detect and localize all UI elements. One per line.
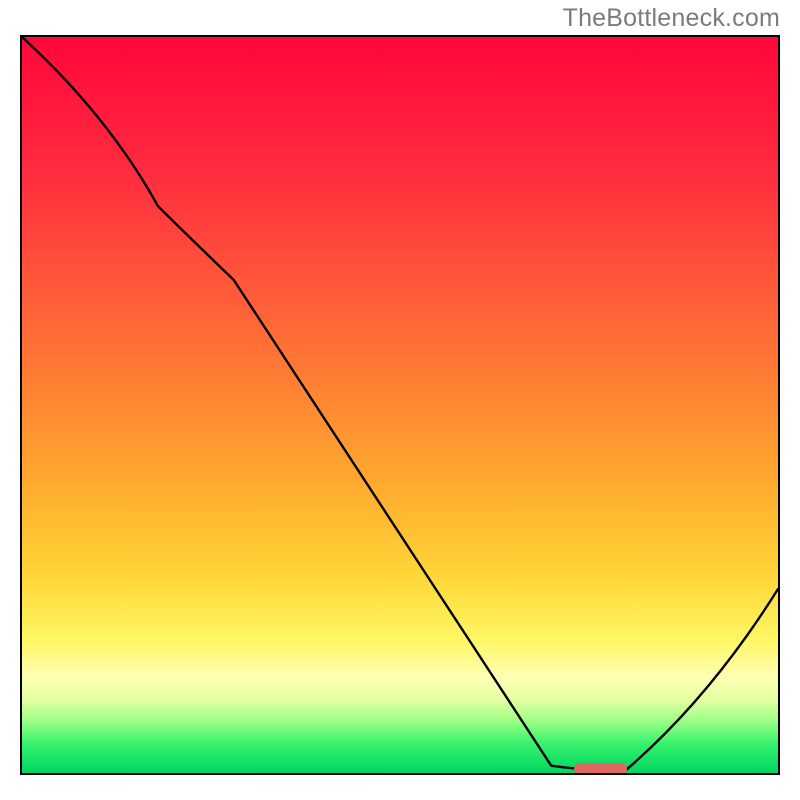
bottleneck-curve-path [22, 37, 778, 770]
chart-container: TheBottleneck.com [0, 0, 800, 800]
plot-area [20, 35, 780, 775]
watermark-text: TheBottleneck.com [563, 4, 780, 33]
optimum-marker [574, 763, 627, 775]
curve-svg [22, 37, 778, 773]
